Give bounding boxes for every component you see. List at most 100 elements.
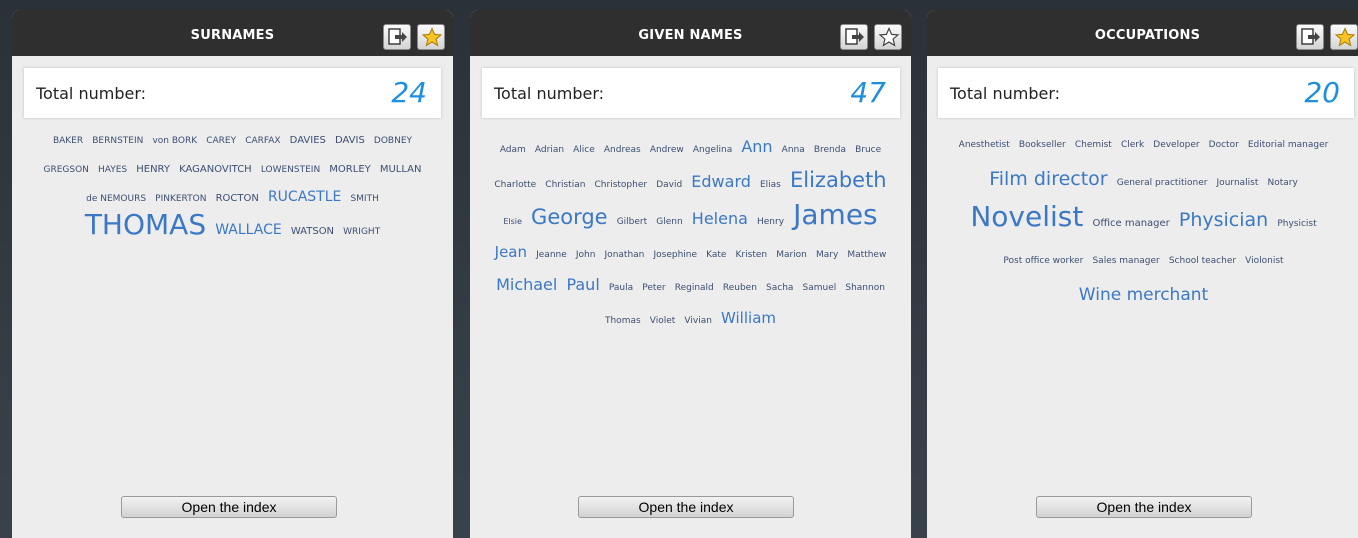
cloud-word[interactable]: Editorial manager [1248,140,1328,150]
favorite-button[interactable] [874,24,902,50]
cloud-word[interactable]: WRIGHT [343,227,380,237]
cloud-word[interactable]: Matthew [847,250,886,260]
cloud-word[interactable]: LOWENSTEIN [261,165,320,175]
cloud-word[interactable]: MORLEY [329,164,370,175]
open-index-button[interactable]: Open the index [121,496,337,518]
cloud-word[interactable]: CARFAX [245,136,280,146]
cloud-word[interactable]: Brenda [814,145,846,155]
favorite-button[interactable] [1330,24,1358,50]
cloud-word[interactable]: KAGANOVITCH [179,164,252,175]
cloud-word[interactable]: DOBNEY [374,136,412,146]
cloud-word[interactable]: Physicist [1277,219,1316,229]
cloud-word[interactable]: Adrian [535,145,564,155]
cloud-word[interactable]: Anna [782,145,805,155]
cloud-word[interactable]: THOMAS [85,208,206,241]
cloud-word[interactable]: Kate [706,250,726,260]
cloud-word[interactable]: Violonist [1245,256,1283,266]
cloud-word[interactable]: George [531,205,608,229]
cloud-word[interactable]: Thomas [605,316,641,326]
cloud-word[interactable]: Jeanne [536,250,567,260]
cloud-word[interactable]: Charlotte [494,180,536,190]
cloud-word[interactable]: Physician [1179,209,1268,231]
cloud-word[interactable]: Vivian [684,316,712,326]
cloud-word[interactable]: Journalist [1217,178,1259,188]
cloud-word[interactable]: Peter [642,283,665,293]
cloud-word[interactable]: MULLAN [380,164,422,175]
cloud-word[interactable]: Novelist [970,200,1083,233]
favorite-button[interactable] [417,24,445,50]
cloud-word[interactable]: Bookseller [1019,140,1066,150]
cloud-word[interactable]: Chemist [1075,140,1112,150]
cloud-word[interactable]: Paul [566,275,599,294]
cloud-word[interactable]: DAVIES [290,135,326,146]
cloud-word[interactable]: Wine merchant [1079,285,1208,305]
cloud-word[interactable]: Jonathan [605,250,645,260]
cloud-word[interactable]: Doctor [1209,140,1239,150]
cloud-word[interactable]: Reginald [675,283,714,293]
cloud-word[interactable]: WALLACE [215,222,282,238]
cloud-word[interactable]: Mary [816,250,838,260]
cloud-word[interactable]: Michael [496,275,557,294]
cloud-word[interactable]: Clerk [1121,140,1144,150]
cloud-word[interactable]: Elizabeth [790,168,887,192]
cloud-word[interactable]: Notary [1267,178,1297,188]
cloud-word[interactable]: DAVIS [335,135,365,146]
cloud-word[interactable]: Post office worker [1003,256,1083,266]
cloud-word[interactable]: GREGSON [44,165,89,175]
cloud-word[interactable]: Helena [692,209,748,228]
cloud-word[interactable]: Josephine [653,250,697,260]
cloud-word[interactable]: Sacha [766,283,793,293]
cloud-word[interactable]: Reuben [723,283,757,293]
cloud-word[interactable]: Office manager [1092,218,1169,229]
cloud-word[interactable]: Edward [691,172,751,191]
export-button[interactable] [383,24,411,50]
cloud-word[interactable]: Marion [776,250,807,260]
cloud-word[interactable]: William [721,309,776,327]
cloud-word[interactable]: ROCTON [216,193,259,204]
cloud-word[interactable]: Andrew [650,145,684,155]
cloud-word[interactable]: Adam [500,145,526,155]
cloud-word[interactable]: BERNSTEIN [92,136,143,146]
cloud-word[interactable]: SMITH [350,194,378,204]
cloud-word[interactable]: Angelina [693,145,732,155]
cloud-word[interactable]: HENRY [136,164,170,175]
cloud-word[interactable]: RUCASTLE [268,189,341,205]
cloud-word[interactable]: Film director [989,168,1107,190]
cloud-word[interactable]: Bruce [855,145,881,155]
cloud-word[interactable]: Andreas [604,145,641,155]
cloud-word[interactable]: Samuel [803,283,837,293]
cloud-word[interactable]: Sales manager [1092,256,1159,266]
cloud-word[interactable]: de NEMOURS [86,194,146,204]
cloud-word[interactable]: Christopher [595,180,648,190]
cloud-word[interactable]: PINKERTON [155,194,206,204]
export-button[interactable] [1296,24,1324,50]
cloud-word[interactable]: James [793,198,878,231]
cloud-word[interactable]: von BORK [152,136,197,146]
cloud-word[interactable]: HAYES [98,165,127,175]
cloud-word[interactable]: Kristen [736,250,768,260]
cloud-word[interactable]: Violet [650,316,676,326]
cloud-word[interactable]: Glenn [656,217,682,227]
cloud-word[interactable]: Anesthetist [959,140,1010,150]
cloud-word[interactable]: Ann [741,137,772,156]
cloud-word[interactable]: Shannon [845,283,885,293]
cloud-word[interactable]: Elsie [503,217,522,226]
cloud-word[interactable]: Elias [760,180,781,190]
cloud-word[interactable]: Gilbert [617,217,647,227]
cloud-word[interactable]: Alice [573,145,595,155]
cloud-word[interactable]: WATSON [291,226,334,237]
cloud-word[interactable]: Jean [495,243,527,261]
open-index-button[interactable]: Open the index [1036,496,1252,518]
cloud-word[interactable]: Christian [545,180,585,190]
cloud-word[interactable]: General practitioner [1117,178,1208,188]
cloud-word[interactable]: David [656,180,682,190]
open-index-button[interactable]: Open the index [578,496,794,518]
cloud-word[interactable]: BAKER [53,136,83,146]
cloud-word[interactable]: School teacher [1169,256,1236,266]
cloud-word[interactable]: CAREY [206,136,236,146]
cloud-word[interactable]: Developer [1153,140,1199,150]
cloud-word[interactable]: John [576,250,596,260]
cloud-word[interactable]: Henry [757,217,784,227]
cloud-word[interactable]: Paula [609,283,633,293]
export-button[interactable] [840,24,868,50]
